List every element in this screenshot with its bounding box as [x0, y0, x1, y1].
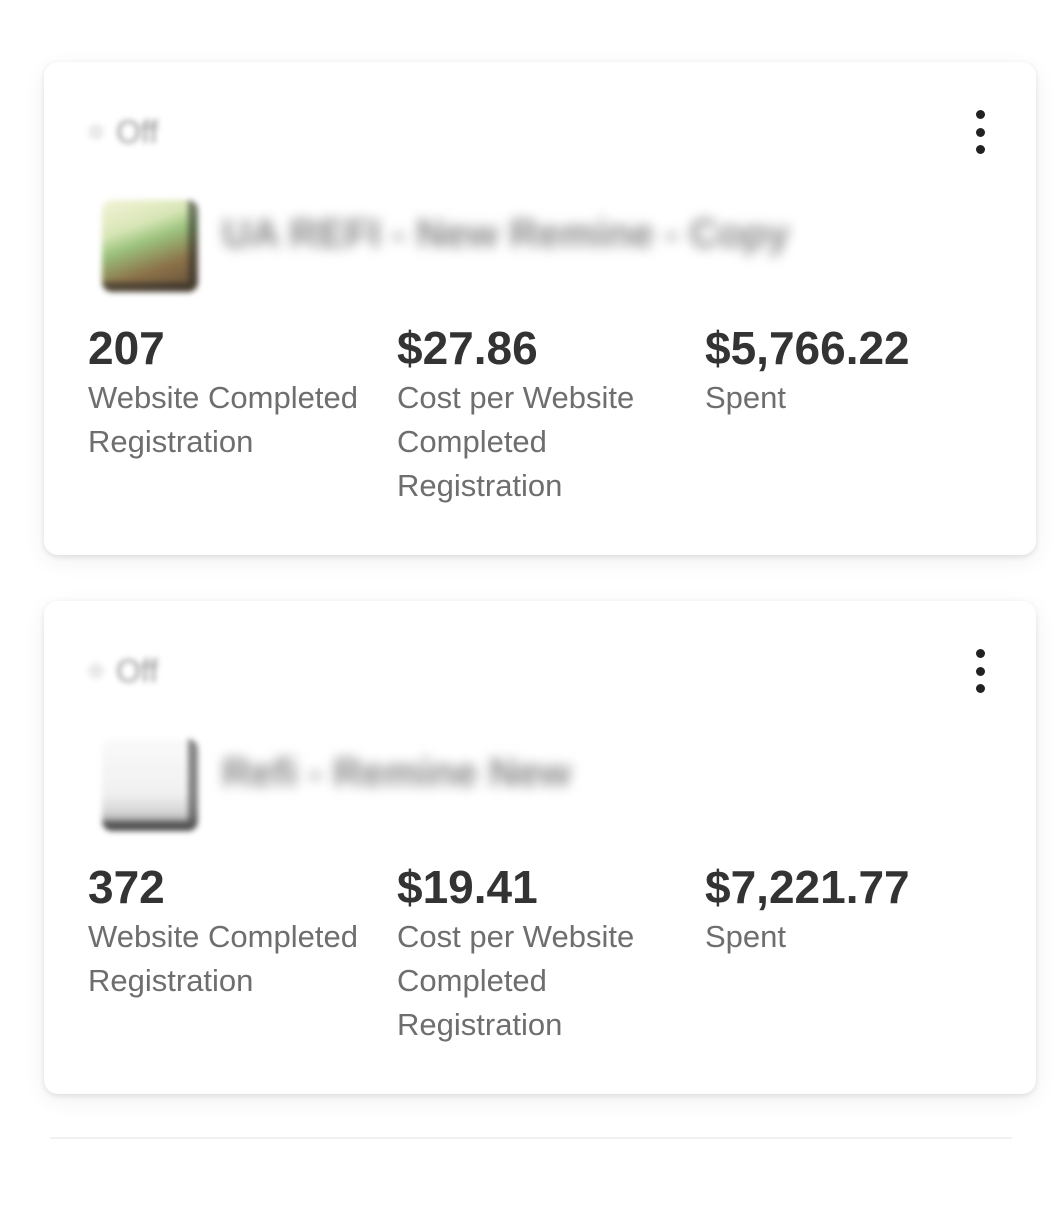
metric-value: 372 — [88, 861, 165, 913]
more-options-button[interactable] — [970, 110, 990, 154]
ad-card[interactable]: Off Refi - Remine New 372 Website Comple… — [44, 601, 1036, 1094]
status-indicator: Off — [88, 114, 158, 150]
metric-value: $5,766.22 — [705, 322, 910, 374]
metrics-row: 372 Website Completed Registration $19.4… — [88, 859, 1008, 1059]
metrics-row: 207 Website Completed Registration $27.8… — [88, 320, 1008, 520]
ad-name[interactable]: UA REFI - New Remine - Copy — [222, 212, 789, 257]
metric-spent: $5,766.22 Spent — [705, 320, 1005, 420]
divider — [50, 1137, 1012, 1139]
ad-thumbnail — [102, 200, 198, 292]
metric-label: Website Completed Registration — [88, 919, 358, 998]
metric-label: Cost per Website Completed Registration — [397, 919, 635, 1042]
ad-card[interactable]: Off UA REFI - New Remine - Copy 207 Webs… — [44, 62, 1036, 555]
more-vertical-icon — [975, 649, 985, 658]
metric-cost-per-result: $27.86 Cost per Website Completed Regist… — [397, 320, 697, 508]
status-dot-icon — [88, 663, 104, 679]
metric-label: Spent — [705, 919, 787, 954]
ad-name[interactable]: Refi - Remine New — [222, 751, 571, 796]
metric-label: Spent — [705, 380, 787, 415]
status-dot-icon — [88, 124, 104, 140]
metric-value: $27.86 — [397, 322, 538, 374]
metric-value: $19.41 — [397, 861, 538, 913]
status-label: Off — [116, 652, 159, 689]
metric-label: Cost per Website Completed Registration — [397, 380, 635, 503]
metric-value: 207 — [88, 322, 165, 374]
status-indicator: Off — [88, 653, 158, 689]
metric-cost-per-result: $19.41 Cost per Website Completed Regist… — [397, 859, 697, 1047]
metric-value: $7,221.77 — [705, 861, 910, 913]
metric-results: 372 Website Completed Registration — [88, 859, 388, 1003]
ad-thumbnail — [102, 739, 198, 831]
metric-results: 207 Website Completed Registration — [88, 320, 388, 464]
metric-spent: $7,221.77 Spent — [705, 859, 1005, 959]
metric-label: Website Completed Registration — [88, 380, 358, 459]
status-label: Off — [116, 113, 159, 150]
more-options-button[interactable] — [970, 649, 990, 693]
more-vertical-icon — [975, 110, 985, 119]
